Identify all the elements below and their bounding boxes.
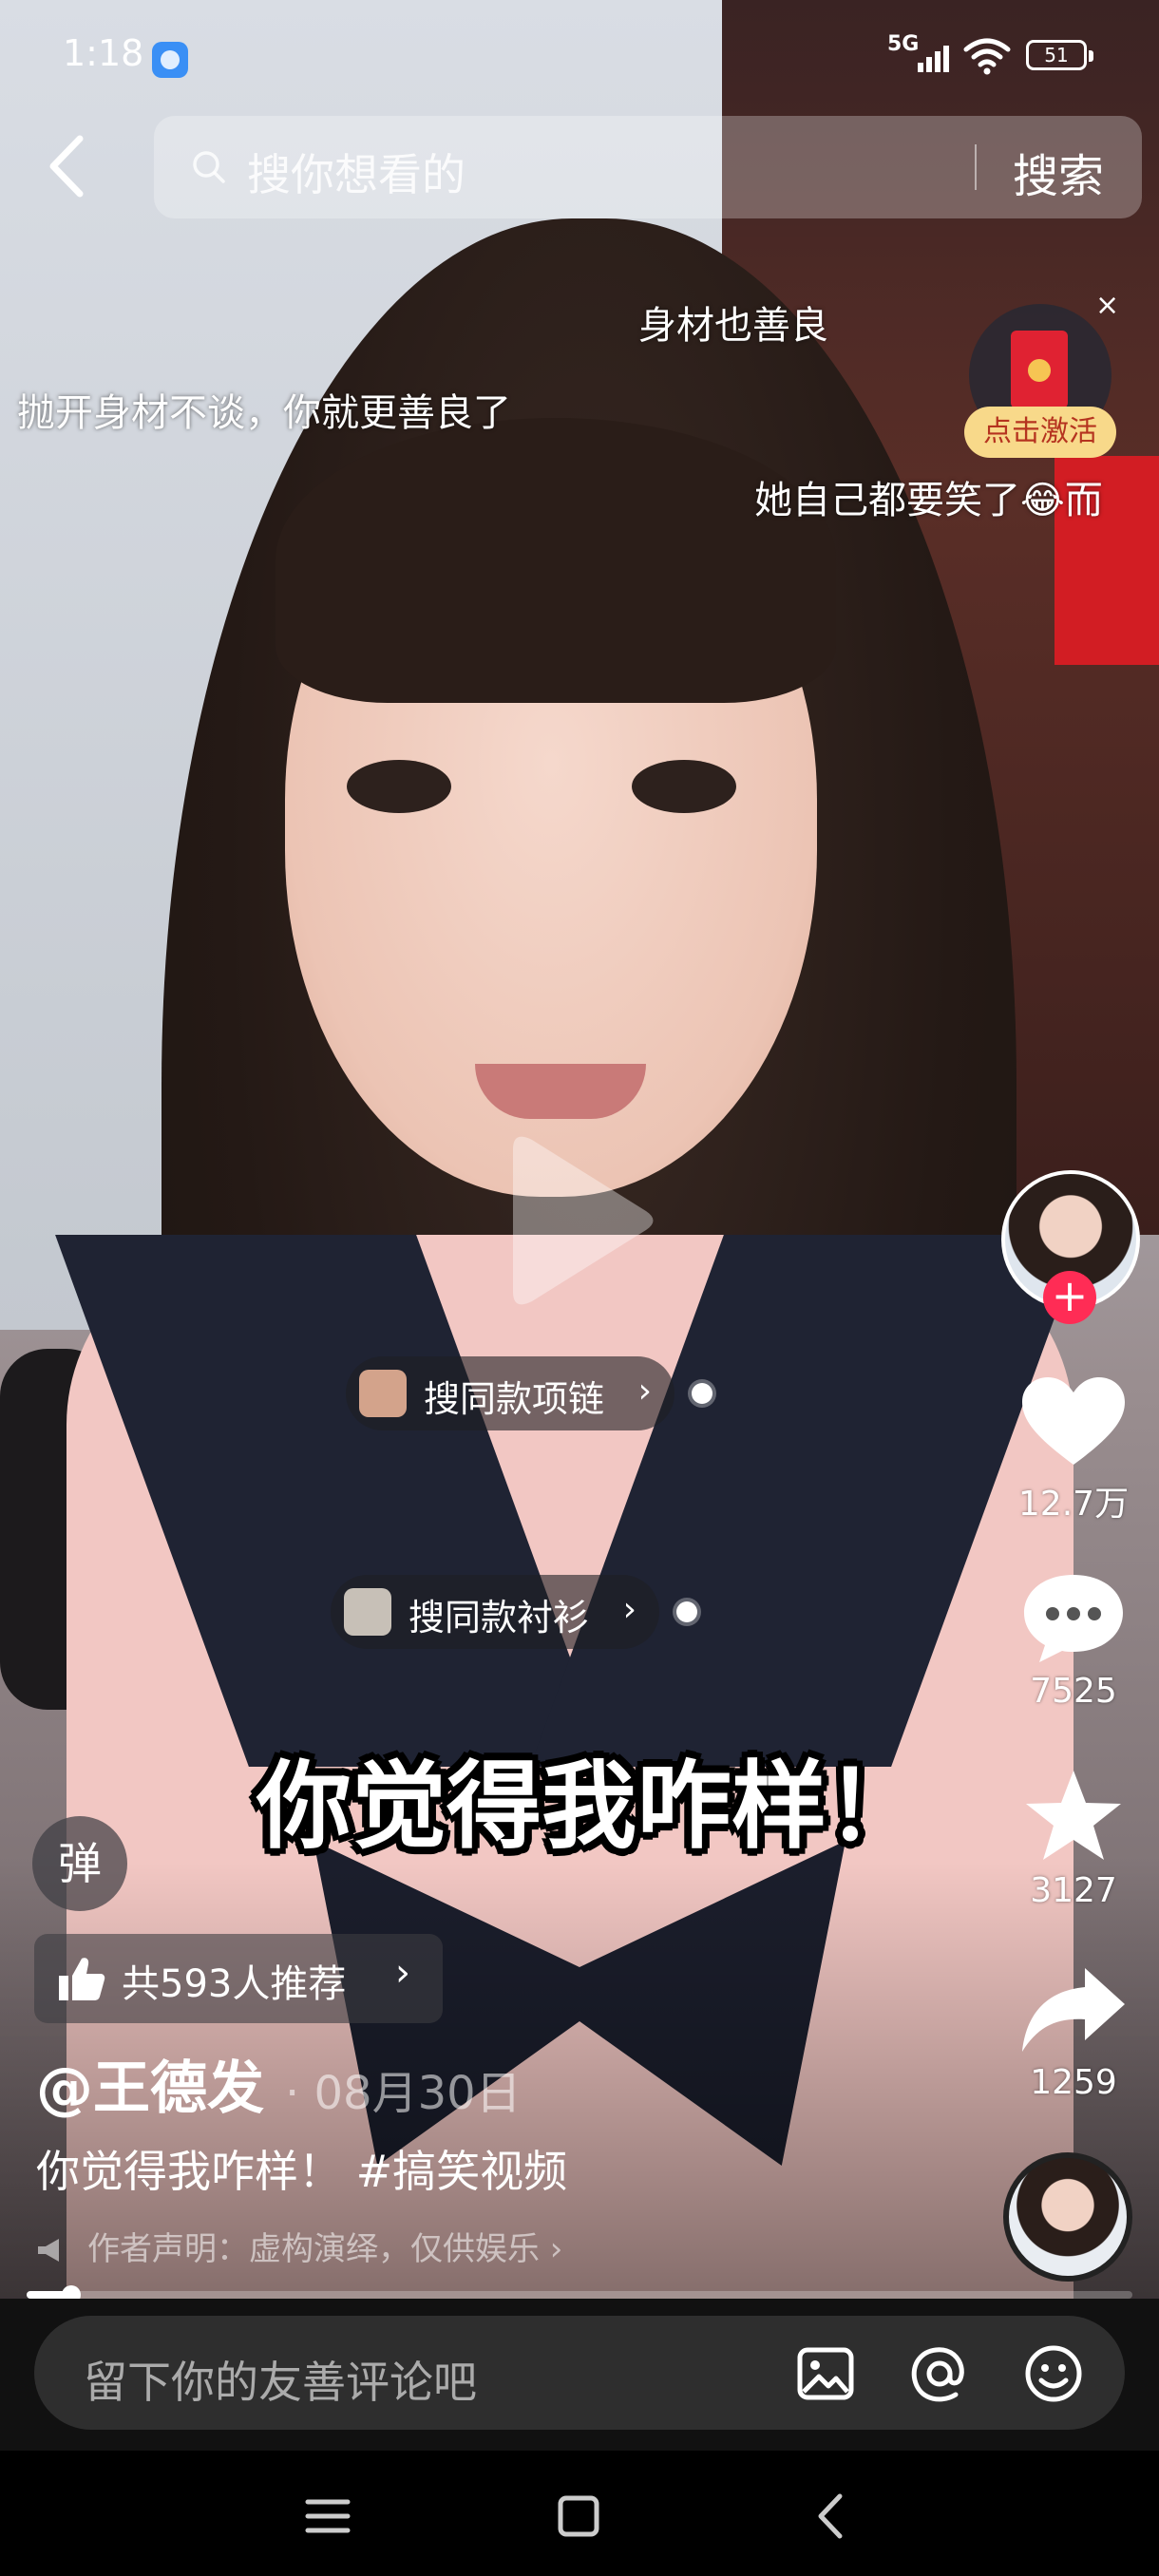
chevron-right-icon: › xyxy=(637,1372,652,1411)
product-tag-label: 搜同款项链 xyxy=(424,1378,605,1420)
chevron-right-icon: › xyxy=(395,1951,410,1995)
danmaku-comment: 身材也善良 xyxy=(638,304,828,348)
danmaku-comment: 抛开身材不谈，你就更善良了 xyxy=(17,391,511,435)
emoji-icon[interactable] xyxy=(1022,2342,1085,2405)
product-tag-anchor xyxy=(692,1383,712,1404)
megaphone-icon xyxy=(38,2239,59,2262)
share-count: 1259 xyxy=(1030,2063,1117,2102)
at-icon[interactable] xyxy=(908,2342,971,2405)
product-thumbnail xyxy=(344,1588,391,1636)
chevron-right-icon: › xyxy=(622,1590,636,1629)
search-button[interactable]: 搜索 xyxy=(1013,139,1104,205)
search-input[interactable]: 搜你想看的 xyxy=(247,141,466,203)
image-icon[interactable] xyxy=(794,2342,857,2405)
video-feed-screen: 1:18 5G 51 搜你想看的 搜索 身材也善良 抛开身材不谈，你就更善良了 … xyxy=(0,0,1159,2576)
app-notification-icon xyxy=(152,42,188,78)
product-tag-label: 搜同款衬衫 xyxy=(408,1597,590,1638)
chevron-left-icon[interactable] xyxy=(44,133,91,199)
red-packet-close-button[interactable]: × xyxy=(1095,289,1119,322)
author-disclaimer[interactable]: 作者声明：虚构演绎，仅供娱乐 › xyxy=(36,2223,562,2269)
recommend-label: 共593人推荐 xyxy=(122,1962,347,2006)
star-icon[interactable] xyxy=(1018,1769,1129,1864)
menu-icon[interactable] xyxy=(294,2483,361,2549)
video-caption: 你觉得我咋样！ xyxy=(256,1751,922,1862)
comment-icon[interactable] xyxy=(1018,1571,1129,1666)
status-bar: 1:18 5G 51 xyxy=(0,0,1159,114)
cell-signal-icon xyxy=(918,42,956,72)
music-disc[interactable] xyxy=(1003,2152,1132,2282)
danmaku-comment: 她自己都要笑了😂而 xyxy=(754,479,1103,522)
comment-placeholder: 留下你的友善评论吧 xyxy=(84,2357,477,2408)
publish-date: · 08月30日 xyxy=(285,2067,522,2120)
comment-count: 7525 xyxy=(1030,1672,1117,1711)
search-divider xyxy=(975,144,977,190)
favorite-count: 3127 xyxy=(1030,1871,1117,1910)
product-tag-necklace[interactable]: 搜同款项链 › xyxy=(346,1356,674,1430)
red-envelope-icon xyxy=(1011,331,1068,408)
product-thumbnail xyxy=(359,1370,407,1417)
share-icon[interactable] xyxy=(1018,1962,1129,2057)
search-icon xyxy=(193,151,225,183)
status-time: 1:18 xyxy=(63,32,144,74)
video-person-eye-right xyxy=(632,760,736,813)
battery-level: 51 xyxy=(1026,40,1093,70)
heart-icon[interactable] xyxy=(1018,1375,1129,1470)
play-icon[interactable] xyxy=(504,1130,656,1311)
search-bar[interactable]: 搜你想看的 搜索 xyxy=(154,116,1142,218)
home-icon[interactable] xyxy=(545,2483,612,2549)
wifi-icon xyxy=(963,38,1011,75)
video-progress-bar[interactable] xyxy=(27,2285,1132,2304)
follow-button[interactable]: + xyxy=(1043,1271,1096,1324)
thumbs-up-icon xyxy=(59,1958,105,2000)
video-person-bangs xyxy=(276,418,836,703)
disclaimer-text: 作者声明：虚构演绎，仅供娱乐 › xyxy=(87,2230,563,2268)
danmaku-toggle-button[interactable]: 弹 xyxy=(32,1816,127,1911)
back-nav-icon[interactable] xyxy=(798,2483,864,2549)
product-tag-shirt[interactable]: 搜同款衬衫 › xyxy=(331,1575,659,1649)
video-description[interactable]: 你觉得我咋样！ #搞笑视频 xyxy=(36,2137,567,2200)
like-count: 12.7万 xyxy=(1017,1485,1130,1524)
system-navigation-bar xyxy=(0,2451,1159,2576)
product-tag-anchor xyxy=(676,1601,697,1622)
video-person-eye-left xyxy=(347,760,451,813)
comment-input[interactable]: 留下你的友善评论吧 xyxy=(34,2316,1125,2430)
network-type: 5G xyxy=(887,32,920,56)
comment-bar: 留下你的友善评论吧 xyxy=(0,2299,1159,2451)
red-packet-label[interactable]: 点击激活 xyxy=(964,407,1116,458)
author-name[interactable]: @王德发 xyxy=(36,2042,264,2125)
recommend-button[interactable]: 共593人推荐 › xyxy=(34,1934,443,2023)
